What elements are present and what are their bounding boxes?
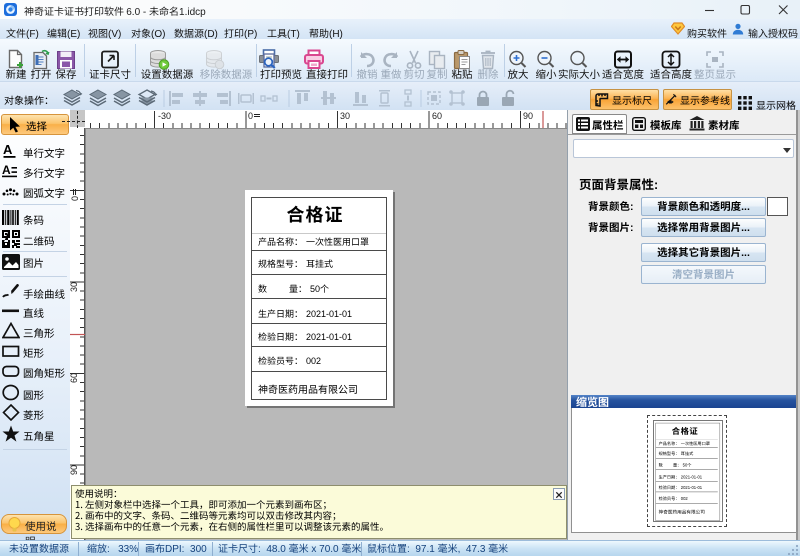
svg-text:A: A — [2, 163, 11, 177]
svg-text:A: A — [3, 143, 13, 157]
